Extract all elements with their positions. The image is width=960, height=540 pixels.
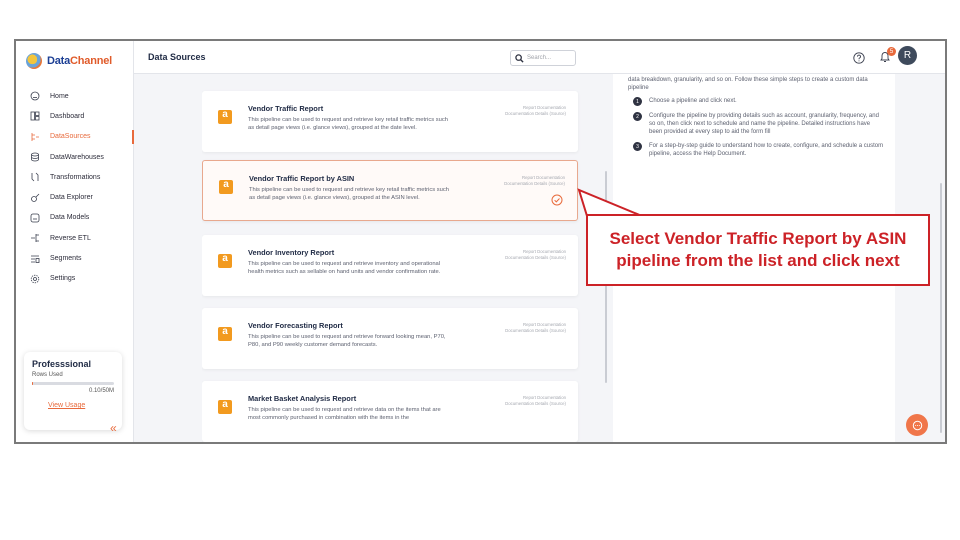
help-icon[interactable] — [853, 52, 865, 64]
datasources-icon — [30, 132, 40, 142]
amazon-icon: a — [218, 327, 232, 341]
guide-step: 3 For a step-by-step guide to understand… — [633, 142, 885, 158]
pipeline-card[interactable]: a Vendor Traffic Report This pipeline ca… — [202, 91, 578, 152]
page-scrollbar[interactable] — [940, 183, 942, 433]
pipeline-card-selected[interactable]: a Vendor Traffic Report by ASIN This pip… — [202, 160, 578, 221]
callout-text: Select Vendor Traffic Report by ASIN pip… — [609, 229, 907, 270]
pipeline-docs: Report Documentation Documentation Detai… — [505, 322, 566, 334]
amazon-icon: a — [218, 400, 232, 414]
chat-button[interactable] — [906, 414, 928, 436]
guide-step: 2 Configure the pipeline by providing de… — [633, 112, 885, 136]
chat-icon — [912, 420, 922, 430]
check-circle-icon — [551, 194, 563, 206]
step-text: Configure the pipeline by providing deta… — [649, 113, 879, 135]
sidebar-item-label: Reverse ETL — [50, 234, 91, 242]
pipeline-title: Vendor Traffic Report — [248, 104, 324, 113]
documentation-source-link[interactable]: Documentation Details (Source) — [504, 181, 565, 187]
sidebar-item-label: Home — [50, 92, 69, 100]
rows-used-label: Rows Used — [32, 372, 63, 378]
sidebar-item-label: Segments — [50, 255, 82, 263]
sidebar-item-dashboard[interactable]: Dashboard — [16, 106, 134, 126]
pipeline-card[interactable]: a Market Basket Analysis Report This pip… — [202, 381, 578, 442]
avatar[interactable]: R — [898, 46, 917, 65]
pipeline-list: a Vendor Traffic Report This pipeline ca… — [202, 79, 592, 442]
amazon-icon: a — [218, 254, 232, 268]
sidebar-item-datasources[interactable]: DataSources — [16, 127, 134, 147]
documentation-source-link[interactable]: Documentation Details (Source) — [505, 255, 566, 261]
documentation-source-link[interactable]: Documentation Details (Source) — [505, 328, 566, 334]
pipeline-title: Market Basket Analysis Report — [248, 394, 357, 403]
page-title: Data Sources — [148, 52, 206, 62]
sidebar-item-segments[interactable]: Segments — [16, 248, 134, 268]
sidebar-item-datawarehouses[interactable]: DataWarehouses — [16, 147, 134, 167]
logo-icon — [26, 53, 42, 69]
sidebar-item-label: Data Explorer — [50, 194, 93, 202]
step-number: 2 — [633, 112, 642, 121]
guide-intro: data breakdown, granularity, and so on. … — [628, 77, 868, 91]
pipeline-docs: Report Documentation Documentation Detai… — [505, 395, 566, 407]
pipeline-card[interactable]: a Vendor Forecasting Report This pipelin… — [202, 308, 578, 369]
notification-badge: 5 — [887, 47, 896, 56]
pipeline-description: This pipeline can be used to request and… — [248, 334, 446, 348]
step-number: 3 — [633, 142, 642, 151]
plan-name: Professsional — [32, 359, 92, 369]
sidebar-item-data-models[interactable]: Data Models — [16, 208, 134, 228]
sidebar-item-label: Dashboard — [50, 112, 85, 120]
app-logo[interactable]: DataChannel — [26, 53, 112, 69]
step-number: 1 — [633, 97, 642, 106]
pipeline-title: Vendor Inventory Report — [248, 248, 335, 257]
documentation-source-link[interactable]: Documentation Details (Source) — [505, 111, 566, 117]
top-bar: Data Sources Search... 5 R — [134, 41, 945, 74]
search-placeholder: Search... — [527, 55, 552, 61]
settings-icon — [30, 274, 40, 284]
sidebar-item-reverse-etl[interactable]: Reverse ETL — [16, 228, 134, 248]
sidebar-item-settings[interactable]: Settings — [16, 269, 134, 289]
reverse-etl-icon — [30, 233, 40, 243]
view-usage-link[interactable]: View Usage — [32, 402, 85, 409]
home-icon — [30, 91, 40, 101]
pipeline-description: This pipeline can be used to request and… — [248, 261, 441, 275]
step-text: Choose a pipeline and click next. — [649, 98, 737, 104]
database-icon — [30, 152, 40, 162]
pipeline-description: This pipeline can be used to request and… — [249, 187, 449, 201]
pipeline-title: Vendor Traffic Report by ASIN — [249, 174, 355, 183]
sidebar-item-home[interactable]: Home — [16, 86, 134, 106]
search-icon — [515, 53, 524, 63]
sidebar-item-transformations[interactable]: Transformations — [16, 167, 134, 187]
sidebar-item-label: Transformations — [50, 173, 101, 181]
search-input[interactable]: Search... — [510, 50, 576, 66]
sidebar-item-label: DataWarehouses — [50, 153, 104, 161]
segments-icon — [30, 254, 40, 264]
guide-steps: 1 Choose a pipeline and click next. 2 Co… — [633, 97, 885, 164]
pipeline-description: This pipeline can be used to request and… — [248, 117, 448, 131]
usage-value: 0.10/50M — [88, 388, 114, 394]
pipeline-docs: Report Documentation Documentation Detai… — [505, 105, 566, 117]
annotation-callout: Select Vendor Traffic Report by ASIN pip… — [586, 214, 930, 286]
explorer-icon — [30, 193, 40, 203]
pipeline-description: This pipeline can be used to request and… — [248, 407, 441, 421]
pipeline-docs: Report Documentation Documentation Detai… — [504, 175, 565, 187]
guide-step: 1 Choose a pipeline and click next. — [633, 97, 885, 106]
usage-progress-bar — [32, 382, 114, 385]
pipeline-card[interactable]: a Vendor Inventory Report This pipeline … — [202, 235, 578, 296]
sidebar-item-data-explorer[interactable]: Data Explorer — [16, 187, 134, 207]
sidebar: DataChannel Home Dashboard DataSources D… — [16, 41, 134, 442]
plan-card: Professsional Rows Used 0.10/50M View Us… — [24, 352, 122, 430]
collapse-sidebar-button[interactable]: « — [110, 421, 117, 435]
logo-text: DataChannel — [47, 55, 113, 67]
models-icon — [30, 213, 40, 223]
pipeline-title: Vendor Forecasting Report — [248, 321, 343, 330]
amazon-icon: a — [219, 180, 233, 194]
pipeline-docs: Report Documentation Documentation Detai… — [505, 249, 566, 261]
transform-icon — [30, 172, 40, 182]
documentation-source-link[interactable]: Documentation Details (Source) — [505, 401, 566, 407]
sidebar-item-label: Data Models — [50, 214, 90, 222]
step-text: For a step-by-step guide to understand h… — [649, 143, 884, 157]
sidebar-nav: Home Dashboard DataSources DataWarehouse… — [16, 86, 134, 289]
dashboard-icon — [30, 111, 40, 121]
amazon-icon: a — [218, 110, 232, 124]
sidebar-item-label: DataSources — [50, 133, 91, 141]
sidebar-item-label: Settings — [50, 275, 76, 283]
